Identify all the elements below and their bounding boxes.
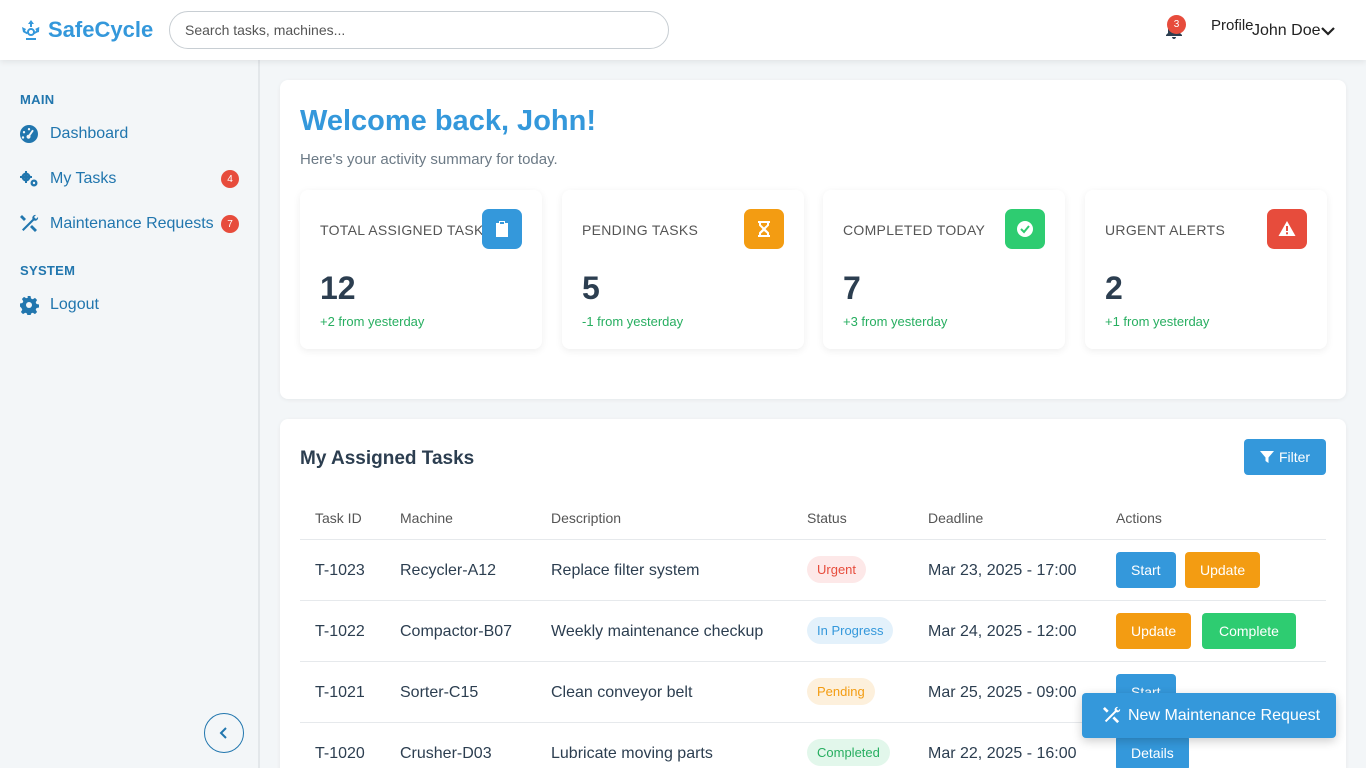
task-machine: Compactor-B07 xyxy=(400,623,513,640)
column-header-actions: Actions xyxy=(1116,510,1162,526)
sidebar-item-label: Dashboard xyxy=(50,125,129,142)
tasks-title: My Assigned Tasks xyxy=(300,448,475,469)
filter-icon xyxy=(1259,451,1274,463)
check-circle-icon xyxy=(1005,209,1045,249)
sidebar-item-label: Logout xyxy=(50,296,99,313)
task-id: T-1020 xyxy=(315,745,365,762)
stat-value: 2 xyxy=(1105,270,1123,306)
recycle-icon xyxy=(22,20,40,40)
sidebar-collapse-button[interactable] xyxy=(204,713,244,753)
column-header-deadline: Deadline xyxy=(928,510,984,526)
tools-icon xyxy=(1102,706,1121,724)
sidebar-item-logout[interactable]: Logout xyxy=(0,286,258,324)
task-description: Weekly maintenance checkup xyxy=(551,623,764,640)
sidebar-item-label: My Tasks xyxy=(50,170,117,187)
complete-button[interactable]: Complete xyxy=(1202,613,1296,649)
stat-value: 5 xyxy=(582,270,600,306)
column-header-machine: Machine xyxy=(400,510,453,526)
task-description: Lubricate moving parts xyxy=(551,745,713,762)
details-button[interactable]: Details xyxy=(1116,735,1189,768)
task-machine: Sorter-C15 xyxy=(400,684,479,701)
top-header: SafeCycle 3 Profile John Doe xyxy=(0,0,1366,60)
welcome-card: Welcome back, John! Here's your activity… xyxy=(280,80,1346,399)
task-deadline: Mar 23, 2025 - 17:00 xyxy=(928,562,1077,579)
stat-label: URGENT ALERTS xyxy=(1105,222,1226,238)
task-id: T-1022 xyxy=(315,623,365,640)
stat-label: PENDING TASKS xyxy=(582,222,699,238)
update-button[interactable]: Update xyxy=(1116,613,1192,649)
chevron-down-icon[interactable] xyxy=(1320,24,1336,38)
stat-card-urgent-alerts: URGENT ALERTS 2 +1 from yesterday xyxy=(1085,190,1327,349)
sidebar: MAIN Dashboard My Tasks 4 Maintenance Re… xyxy=(0,60,260,768)
table-row: T-1023 Recycler-A12 Replace filter syste… xyxy=(300,540,1326,601)
welcome-subtitle: Here's your activity summary for today. xyxy=(300,151,558,168)
table-row: T-1022 Compactor-B07 Weekly maintenance … xyxy=(300,601,1326,662)
task-machine: Recycler-A12 xyxy=(400,562,497,579)
filter-label: Filter xyxy=(1278,449,1311,465)
status-badge: Completed xyxy=(807,739,890,766)
stat-change: +2 from yesterday xyxy=(320,314,425,329)
column-header-description: Description xyxy=(551,510,622,526)
task-id: T-1023 xyxy=(315,562,365,579)
status-badge: In Progress xyxy=(807,617,894,644)
section-label-system: SYSTEM xyxy=(20,263,76,278)
stat-card-pending-tasks: PENDING TASKS 5 -1 from yesterday xyxy=(562,190,804,349)
hourglass-icon xyxy=(744,209,784,249)
stat-card-completed-today: COMPLETED TODAY 7 +3 from yesterday xyxy=(823,190,1065,349)
stat-value: 12 xyxy=(320,270,356,306)
sidebar-item-dashboard[interactable]: Dashboard xyxy=(0,115,258,153)
task-deadline: Mar 25, 2025 - 09:00 xyxy=(928,684,1077,701)
stat-change: -1 from yesterday xyxy=(582,314,684,329)
clipboard-icon xyxy=(482,209,522,249)
gears-icon xyxy=(20,171,38,187)
update-button[interactable]: Update xyxy=(1185,552,1261,588)
task-machine: Crusher-D03 xyxy=(400,745,492,762)
tools-icon xyxy=(20,214,39,232)
stat-value: 7 xyxy=(843,270,861,306)
task-count-badge: 4 xyxy=(221,170,239,188)
column-header-status: Status xyxy=(807,510,847,526)
warning-icon xyxy=(1267,209,1307,249)
stat-label: COMPLETED TODAY xyxy=(843,222,986,238)
task-deadline: Mar 24, 2025 - 12:00 xyxy=(928,623,1077,640)
section-label-main: MAIN xyxy=(20,92,55,107)
new-maintenance-request-button[interactable]: New Maintenance Request xyxy=(1082,693,1336,738)
chevron-left-icon xyxy=(219,727,227,739)
sidebar-item-label: Maintenance Requests xyxy=(50,215,214,232)
stat-change: +3 from yesterday xyxy=(843,314,948,329)
stat-change: +1 from yesterday xyxy=(1105,314,1210,329)
sidebar-item-my-tasks[interactable]: My Tasks 4 xyxy=(0,160,258,198)
user-name[interactable]: John Doe xyxy=(1252,22,1321,40)
search-input[interactable] xyxy=(169,11,669,49)
stat-label: TOTAL ASSIGNED TASKS xyxy=(320,222,494,238)
gauge-icon xyxy=(20,125,38,143)
filter-button[interactable]: Filter xyxy=(1244,439,1326,475)
stat-card-total-tasks: TOTAL ASSIGNED TASKS 12 +2 from yesterda… xyxy=(300,190,542,349)
brand-logo[interactable]: SafeCycle xyxy=(19,17,153,43)
task-deadline: Mar 22, 2025 - 16:00 xyxy=(928,745,1077,762)
welcome-title: Welcome back, John! xyxy=(300,105,596,137)
gear-icon xyxy=(20,296,39,315)
task-description: Clean conveyor belt xyxy=(551,684,693,701)
request-count-badge: 7 xyxy=(221,215,239,233)
brand-name: SafeCycle xyxy=(48,17,154,42)
task-id: T-1021 xyxy=(315,684,365,701)
task-description: Replace filter system xyxy=(551,562,700,579)
fab-label: New Maintenance Request xyxy=(1128,706,1321,724)
start-button[interactable]: Start xyxy=(1116,552,1176,588)
sidebar-item-maintenance-requests[interactable]: Maintenance Requests 7 xyxy=(0,205,258,243)
notification-badge: 3 xyxy=(1167,15,1186,34)
status-badge: Pending xyxy=(807,678,875,705)
profile-link[interactable]: Profile xyxy=(1211,17,1254,34)
column-header-task-id: Task ID xyxy=(315,510,362,526)
status-badge: Urgent xyxy=(807,556,867,583)
